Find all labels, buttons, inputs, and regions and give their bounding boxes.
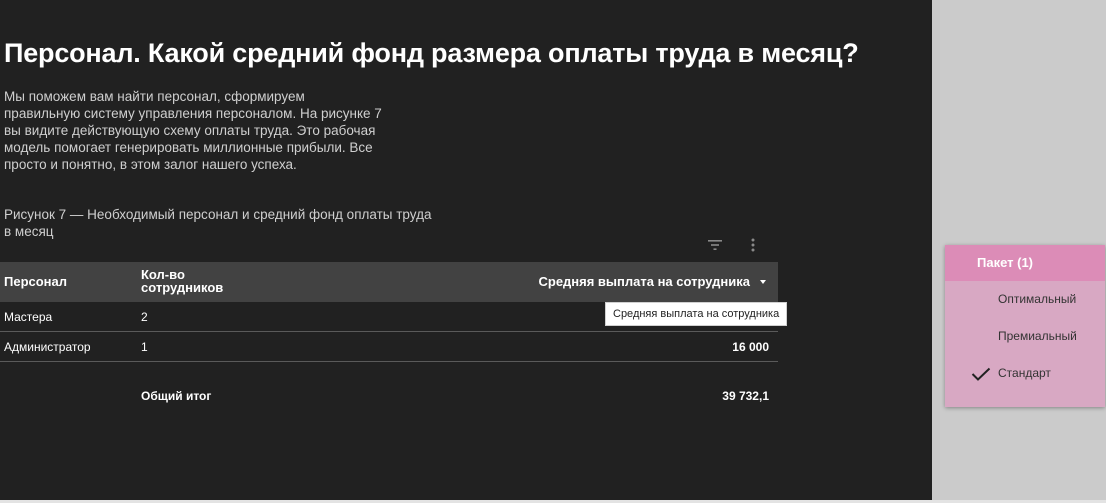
- data-table: Персонал Кол-во сотрудников Средняя выпл…: [0, 262, 778, 428]
- intro-line: модель помогает генерировать миллионные …: [4, 140, 373, 155]
- column-tooltip: Средняя выплата на сотрудника: [605, 302, 788, 326]
- filter-option-label: Оптимальный: [998, 292, 1077, 306]
- filter-icon[interactable]: [706, 236, 724, 254]
- report-panel: Персонал. Какой средний фонд размера опл…: [0, 0, 932, 500]
- table-total-row: Общий итог 39 732,1: [0, 362, 778, 428]
- filter-option-premium[interactable]: Премиальный: [945, 318, 1105, 355]
- caption-line: в месяц: [4, 224, 54, 239]
- table-header: Персонал Кол-во сотрудников Средняя выпл…: [0, 262, 778, 302]
- total-avg-payment: 39 732,1: [722, 389, 769, 403]
- table-row[interactable]: Администратор 1 16 000: [0, 332, 778, 362]
- filter-option-label: Стандарт: [998, 366, 1051, 380]
- page-title: Персонал. Какой средний фонд размера опл…: [4, 38, 859, 68]
- caption-line: Рисунок 7 — Необходимый персонал и средн…: [4, 207, 432, 222]
- cell-count: 1: [141, 340, 148, 354]
- cell-avg-payment: 16 000: [732, 340, 769, 354]
- package-filter-control: Пакет (1) Оптимальный Премиальный Станда…: [945, 245, 1105, 407]
- filter-option-standard[interactable]: Стандарт: [945, 355, 1105, 392]
- intro-line: Мы поможем вам найти персонал, сформируе…: [4, 89, 305, 104]
- filter-option-optimal[interactable]: Оптимальный: [945, 281, 1105, 318]
- cell-count: 2: [141, 310, 148, 324]
- cell-person: Администратор: [4, 340, 91, 354]
- more-vert-icon[interactable]: [744, 236, 762, 254]
- filter-option-label: Премиальный: [998, 329, 1077, 343]
- column-header-count-line: сотрудников: [141, 280, 224, 295]
- intro-line: правильную систему управления персоналом…: [4, 106, 382, 121]
- intro-line: просто и понятно, в этом залог нашего ус…: [4, 157, 297, 172]
- checkmark-icon: [971, 367, 991, 381]
- cell-person: Мастера: [4, 310, 53, 324]
- figure-caption: Рисунок 7 — Необходимый персонал и средн…: [4, 206, 454, 240]
- total-label: Общий итог: [141, 389, 212, 403]
- column-header-count[interactable]: Кол-во сотрудников: [141, 268, 251, 294]
- sort-desc-icon[interactable]: [760, 279, 766, 284]
- filter-header[interactable]: Пакет (1): [945, 245, 1105, 281]
- column-header-avg-label: Средняя выплата на сотрудника: [538, 274, 750, 289]
- column-header-avg-payment[interactable]: Средняя выплата на сотрудника: [538, 275, 766, 288]
- intro-line: вы видите действующую схему оплаты труда…: [4, 123, 376, 138]
- table-toolbar: [706, 236, 762, 254]
- column-header-person[interactable]: Персонал: [4, 275, 67, 288]
- intro-text: Мы поможем вам найти персонал, сформируе…: [4, 88, 404, 173]
